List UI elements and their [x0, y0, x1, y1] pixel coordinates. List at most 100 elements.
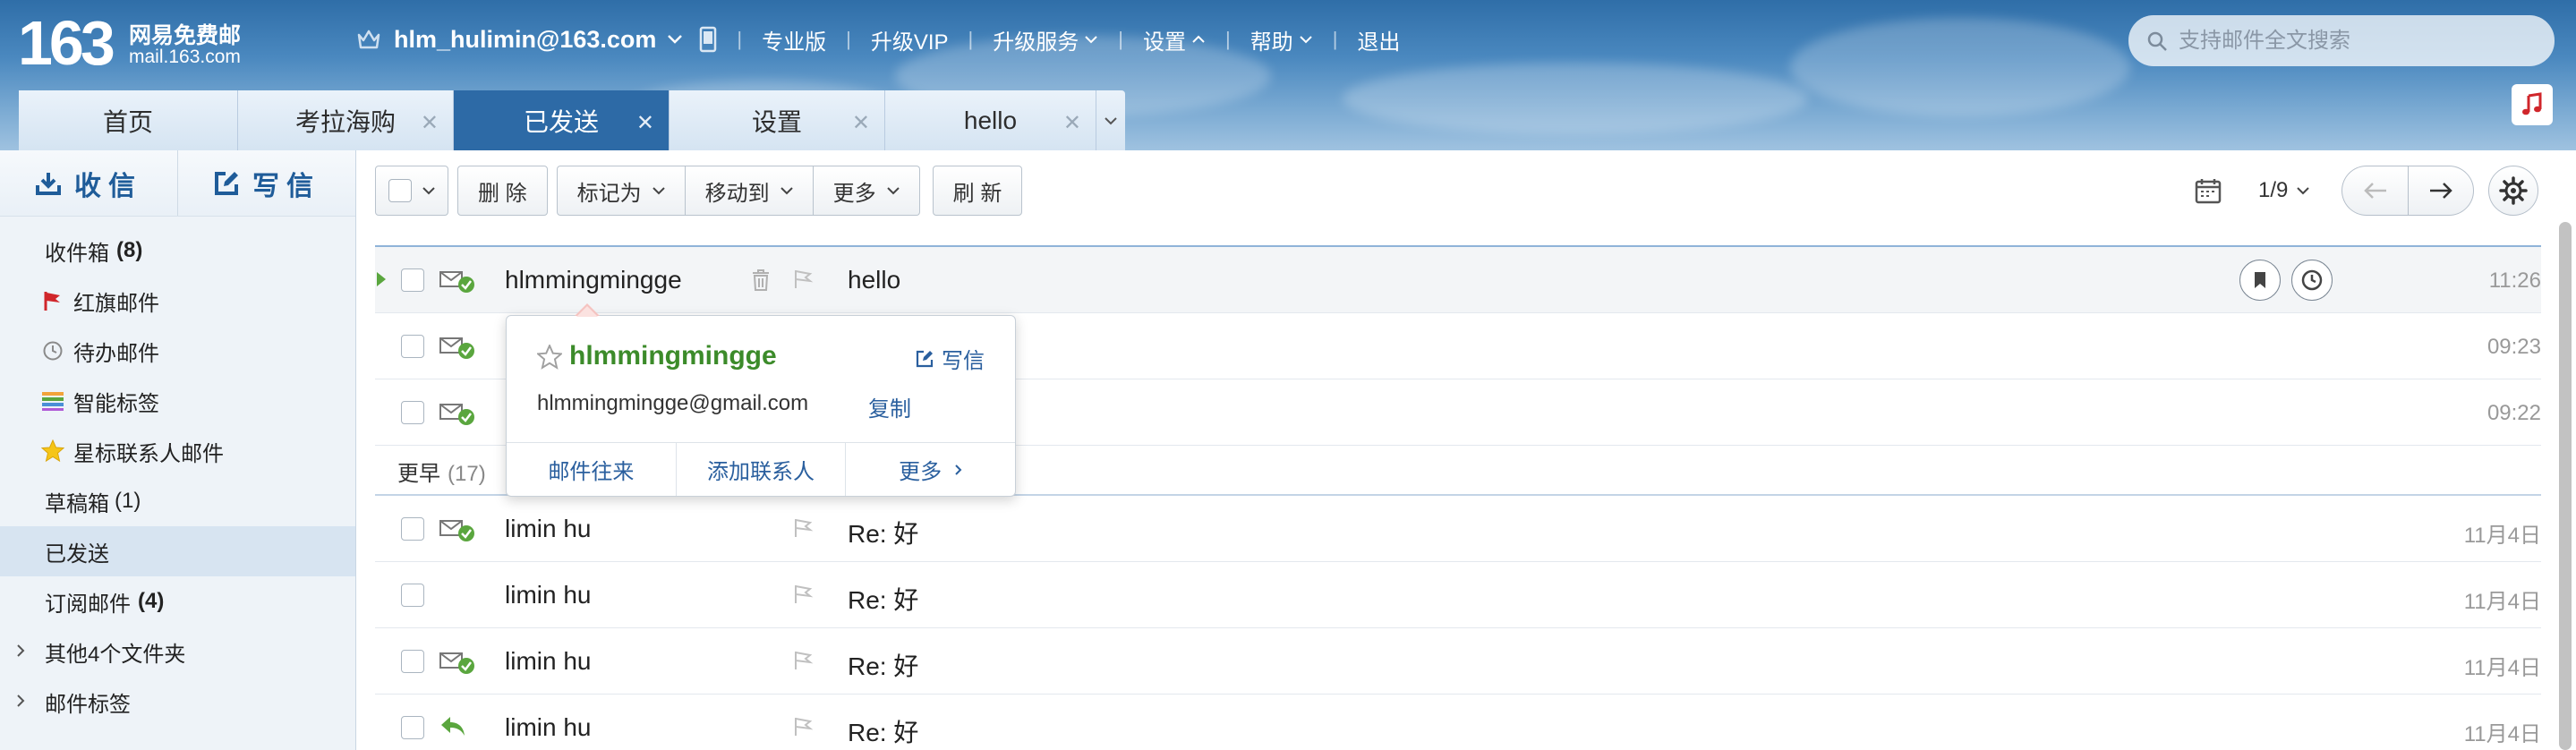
mail-from: limin hu [505, 647, 592, 675]
sidebar-item-starred[interactable]: 星标联系人邮件 [0, 426, 355, 476]
mail-subject: Re: 好 [848, 719, 919, 746]
row-checkbox[interactable] [401, 268, 424, 292]
mail-subject: Re: 好 [848, 586, 919, 614]
nav-pro[interactable]: 专业版 [762, 24, 826, 55]
select-all-dropdown[interactable] [375, 166, 448, 216]
sidebar-item-other-folders[interactable]: 其他4个文件夹 [0, 626, 355, 677]
calendar-button[interactable] [2190, 166, 2226, 216]
flag-icon[interactable] [792, 650, 814, 671]
reminder-button[interactable] [2291, 260, 2333, 301]
flag-icon[interactable] [792, 584, 814, 605]
sent-mail-icon [439, 520, 474, 541]
contact-more-button[interactable]: 更多 [846, 443, 1015, 496]
folder-label: 订阅邮件 [45, 592, 131, 617]
search-box[interactable] [2128, 15, 2555, 66]
tab-sent[interactable]: 已发送 ✕ [454, 90, 670, 150]
phone-icon[interactable] [699, 26, 717, 53]
next-page-button[interactable] [2408, 166, 2475, 216]
more-label: 更多 [832, 181, 876, 206]
account-menu[interactable]: hlm_hulimin@163.com [356, 26, 683, 54]
tab-overflow-button[interactable] [1096, 90, 1125, 150]
delete-button[interactable]: 删 除 [457, 166, 548, 216]
clock-icon [2301, 269, 2323, 291]
bookmark-button[interactable] [2239, 260, 2281, 301]
row-checkbox[interactable] [401, 716, 424, 739]
music-button[interactable] [2512, 84, 2553, 125]
nav-help[interactable]: 帮助 [1250, 24, 1313, 55]
tab-label: 首页 [102, 107, 153, 136]
compose-icon [916, 350, 934, 367]
flag-icon[interactable] [792, 716, 814, 737]
search-input[interactable] [2179, 28, 2537, 54]
sidebar-item-drafts[interactable]: 草稿箱 (1) [0, 476, 355, 526]
flag-icon[interactable] [792, 268, 814, 290]
mark-as-label: 标记为 [576, 181, 642, 206]
tab-label: 设置 [751, 107, 802, 136]
sidebar-item-smart-tags[interactable]: 智能标签 [0, 376, 355, 426]
nav-upgrade-service[interactable]: 升级服务 [993, 24, 1098, 55]
sent-mail-icon [439, 404, 474, 425]
tab-home[interactable]: 首页 [19, 90, 238, 150]
sidebar-item-sent[interactable]: 已发送 [0, 526, 355, 576]
trash-icon[interactable] [751, 268, 771, 292]
mail-subject: hello [848, 266, 901, 294]
scrollbar[interactable] [2559, 222, 2572, 750]
logo-number: 163 [18, 8, 115, 78]
nav-settings-label: 设置 [1142, 30, 1186, 55]
row-checkbox[interactable] [401, 584, 424, 607]
sidebar-item-subscriptions[interactable]: 订阅邮件 (4) [0, 576, 355, 626]
nav-settings[interactable]: 设置 [1143, 24, 1206, 55]
mark-as-button[interactable]: 标记为 [556, 166, 686, 216]
write-to-contact-link[interactable]: 写信 [915, 343, 985, 374]
mail-time: 11月4日 [2463, 524, 2541, 548]
row-checkbox[interactable] [401, 335, 424, 358]
mail-history-button[interactable]: 邮件往来 [507, 443, 677, 496]
folder-label: 星标联系人邮件 [73, 441, 224, 466]
sidebar-item-flagged[interactable]: 红旗邮件 [0, 276, 355, 326]
close-icon[interactable]: ✕ [852, 110, 870, 136]
close-icon[interactable]: ✕ [421, 110, 439, 136]
prev-page-button[interactable] [2341, 166, 2409, 216]
row-checkbox[interactable] [401, 517, 424, 541]
row-checkbox[interactable] [401, 650, 424, 673]
download-icon [36, 172, 61, 195]
add-contact-button[interactable]: 添加联系人 [677, 443, 847, 496]
close-icon[interactable]: ✕ [1063, 110, 1081, 136]
close-icon[interactable]: ✕ [636, 110, 654, 136]
mail-row[interactable]: limin hu Re: 好 11月4日 [375, 562, 2541, 628]
tab-label: hello [963, 106, 1018, 134]
page-selector[interactable]: 1/9 [2258, 178, 2310, 203]
compose-button[interactable]: 写信 [178, 150, 355, 216]
mail-subject: Re: 好 [848, 520, 919, 548]
list-settings-button[interactable] [2488, 166, 2539, 216]
select-all-checkbox[interactable] [388, 179, 412, 202]
red-flag-icon [41, 290, 64, 311]
sidebar-actions: 收信 写信 [0, 150, 355, 217]
mail-row[interactable]: limin hu Re: 好 11月4日 [375, 628, 2541, 695]
tab-settings[interactable]: 设置 ✕ [670, 90, 885, 150]
refresh-button[interactable]: 刷 新 [932, 166, 1023, 216]
crown-icon [357, 30, 380, 49]
nav-logout[interactable]: 退出 [1357, 24, 1400, 55]
copy-email-link[interactable]: 复制 [868, 391, 911, 422]
mail-row[interactable]: limin hu Re: 好 11月4日 [375, 695, 2541, 750]
receive-label: 收信 [74, 171, 142, 201]
star-outline-icon[interactable] [537, 345, 562, 370]
chevron-down-icon [668, 35, 683, 44]
chevron-down-icon [422, 186, 435, 194]
more-button[interactable]: 更多 [813, 166, 920, 216]
nav-upgrade-vip[interactable]: 升级VIP [871, 24, 949, 55]
sidebar-item-mail-tags[interactable]: 邮件标签 [0, 677, 355, 727]
mail-row[interactable]: limin hu Re: 好 11月4日 [375, 496, 2541, 562]
mail-time: 11月4日 [2463, 656, 2541, 680]
sidebar-item-todo[interactable]: 待办邮件 [0, 326, 355, 376]
receive-button[interactable]: 收信 [0, 150, 178, 216]
mail-row[interactable]: hlmmingmingge hello 11:26 [375, 247, 2541, 313]
flag-icon[interactable] [792, 517, 814, 539]
tab-hello[interactable]: hello ✕ [885, 90, 1096, 150]
row-checkbox[interactable] [401, 401, 424, 424]
sidebar-item-inbox[interactable]: 收件箱 (8) [0, 226, 355, 276]
tab-kaola[interactable]: 考拉海购 ✕ [238, 90, 454, 150]
move-to-button[interactable]: 移动到 [685, 166, 814, 216]
row-tools [2239, 260, 2343, 301]
